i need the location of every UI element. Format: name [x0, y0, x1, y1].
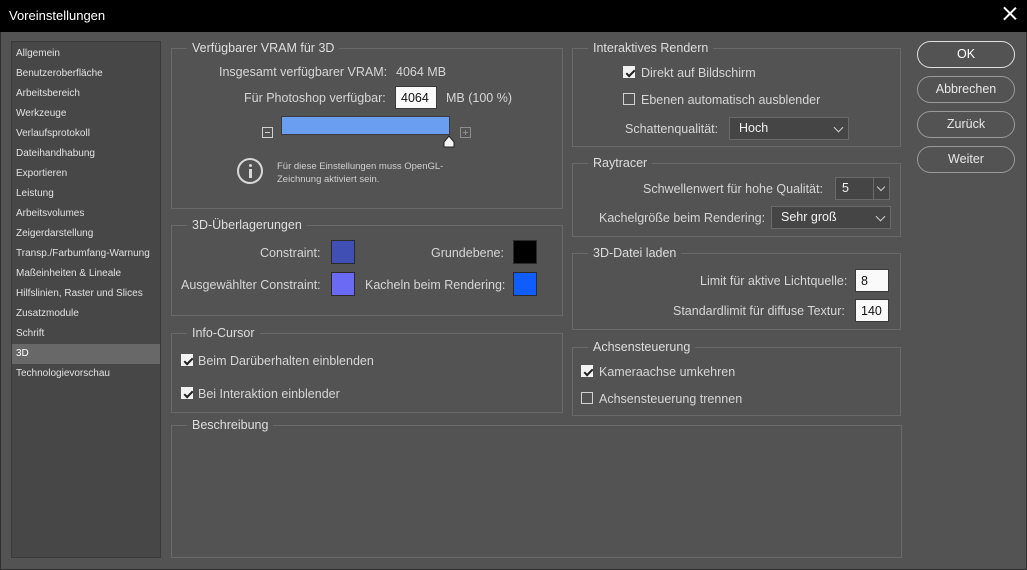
sidebar-item-schrift[interactable]: Schrift	[12, 324, 160, 344]
interactive-render-legend: Interaktives Rendern	[588, 40, 714, 56]
texture-limit-label: Standardlimit für diffuse Textur:	[673, 304, 845, 318]
shadow-quality-label: Schattenqualität:	[625, 122, 719, 136]
axis-control-legend: Achsensteuerung	[588, 339, 696, 355]
tile-size-select[interactable]: Sehr groß	[771, 206, 891, 229]
raytracer-legend: Raytracer	[588, 155, 653, 171]
total-vram-label: Insgesamt verfügbarer VRAM:	[219, 65, 388, 79]
separate-axis-control-checkbox[interactable]	[581, 392, 593, 404]
groundplane-color-swatch[interactable]	[513, 240, 537, 264]
invert-camera-axis-label: Kameraachse umkehren	[599, 365, 736, 379]
constraint-color-swatch[interactable]	[331, 240, 355, 264]
sidebar-item-technologievorschau[interactable]: Technologievorschau	[12, 364, 160, 384]
title-bar: Voreinstellungen	[0, 0, 1027, 32]
constraint-label: Constraint:	[260, 246, 321, 260]
opengl-info-text: Für diese Einstellungen muss OpenGL-Zeic…	[277, 161, 444, 185]
decrease-vram-icon[interactable]	[262, 127, 273, 138]
photoshop-vram-input[interactable]	[395, 86, 437, 109]
description-group: Beschreibung	[171, 417, 902, 558]
hover-show-label: Beim Darüberhalten einblenden	[198, 354, 374, 368]
sidebar-item-arbeitsbereich[interactable]: Arbeitsbereich	[12, 84, 160, 104]
direct-to-screen-checkbox[interactable]	[623, 66, 635, 78]
sidebar-item-hilfslinien[interactable]: Hilfslinien, Raster und Slices	[12, 284, 160, 304]
sidebar-item-verlaufsprotokoll[interactable]: Verlaufsprotokoll	[12, 124, 160, 144]
sidebar-item-exportieren[interactable]: Exportieren	[12, 164, 160, 184]
photoshop-vram-label: Für Photoshop verfügbar:	[244, 91, 386, 105]
sidebar-item-3d[interactable]: 3D	[12, 344, 160, 364]
groundplane-label: Grundebene:	[431, 246, 504, 260]
chevron-down-icon	[833, 122, 844, 133]
auto-hide-layers-checkbox[interactable]	[623, 93, 635, 105]
increase-vram-icon[interactable]	[460, 127, 471, 138]
light-limit-input[interactable]	[855, 269, 889, 292]
info-cursor-legend: Info-Cursor	[187, 325, 260, 341]
texture-limit-input[interactable]	[855, 299, 889, 322]
chevron-down-icon	[876, 182, 886, 192]
ok-button[interactable]: OK	[917, 41, 1015, 68]
tile-size-label: Kachelgröße beim Rendering:	[599, 211, 766, 225]
selected-constraint-color-swatch[interactable]	[331, 272, 355, 296]
tiles-rendering-label: Kacheln beim Rendering:	[365, 278, 506, 292]
sidebar-item-allgemein[interactable]: Allgemein	[12, 44, 160, 64]
shadow-quality-select[interactable]: Hoch	[729, 117, 849, 140]
category-list: Allgemein Benutzeroberfläche Arbeitsbere…	[11, 41, 161, 558]
sidebar-item-farbumfang-warnung[interactable]: Transp./Farbumfang-Warnung	[12, 244, 160, 264]
selected-constraint-label: Ausgewählter Constraint:	[181, 278, 321, 292]
chevron-down-icon	[875, 211, 886, 222]
threshold-value: 5	[842, 181, 849, 195]
sidebar-item-dateihandhabung[interactable]: Dateihandhabung	[12, 144, 160, 164]
cancel-button[interactable]: Abbrechen	[917, 76, 1015, 103]
invert-camera-axis-checkbox[interactable]	[581, 365, 593, 377]
description-legend: Beschreibung	[187, 417, 274, 433]
sidebar-item-masseinheiten[interactable]: Maßeinheiten & Lineale	[12, 264, 160, 284]
vram-legend: Verfügbarer VRAM für 3D	[187, 40, 340, 56]
auto-hide-layers-label: Ebenen automatisch ausblender	[641, 93, 821, 107]
vram-slider-bar[interactable]	[281, 116, 450, 135]
next-button[interactable]: Weiter	[917, 146, 1015, 173]
back-button[interactable]: Zurück	[917, 111, 1015, 138]
sidebar-item-werkzeuge[interactable]: Werkzeuge	[12, 104, 160, 124]
total-vram-value: 4064 MB	[396, 65, 447, 79]
sidebar-item-leistung[interactable]: Leistung	[12, 184, 160, 204]
threshold-select[interactable]: 5	[835, 177, 890, 200]
info-icon	[237, 158, 263, 184]
separate-axis-control-label: Achsensteuerung trennen	[599, 392, 743, 406]
overlays-group: 3D-Überlagerungen	[171, 217, 563, 316]
file-load-legend: 3D-Datei laden	[588, 245, 682, 261]
hover-show-checkbox[interactable]	[181, 354, 193, 366]
interaction-show-label: Bei Interaktion einblender	[198, 387, 340, 401]
close-icon[interactable]	[1003, 6, 1017, 20]
vram-slider-handle[interactable]	[443, 135, 455, 148]
interaction-show-checkbox[interactable]	[181, 387, 193, 399]
tiles-rendering-color-swatch[interactable]	[513, 272, 537, 296]
photoshop-vram-unit: MB (100 %)	[446, 91, 512, 105]
sidebar-item-zusatzmodule[interactable]: Zusatzmodule	[12, 304, 160, 324]
direct-to-screen-label: Direkt auf Bildschirm	[641, 66, 756, 80]
window-title: Voreinstellungen	[9, 8, 106, 23]
sidebar-item-zeigerdarstellung[interactable]: Zeigerdarstellung	[12, 224, 160, 244]
sidebar-item-arbeitsvolumes[interactable]: Arbeitsvolumes	[12, 204, 160, 224]
overlays-legend: 3D-Überlagerungen	[187, 217, 307, 233]
light-limit-label: Limit für aktive Lichtquelle:	[700, 274, 848, 288]
shadow-quality-value: Hoch	[739, 121, 769, 135]
sidebar-item-benutzeroberflaeche[interactable]: Benutzeroberfläche	[12, 64, 160, 84]
threshold-label: Schwellenwert für hohe Qualität:	[643, 182, 823, 196]
tile-size-value: Sehr groß	[781, 210, 837, 224]
